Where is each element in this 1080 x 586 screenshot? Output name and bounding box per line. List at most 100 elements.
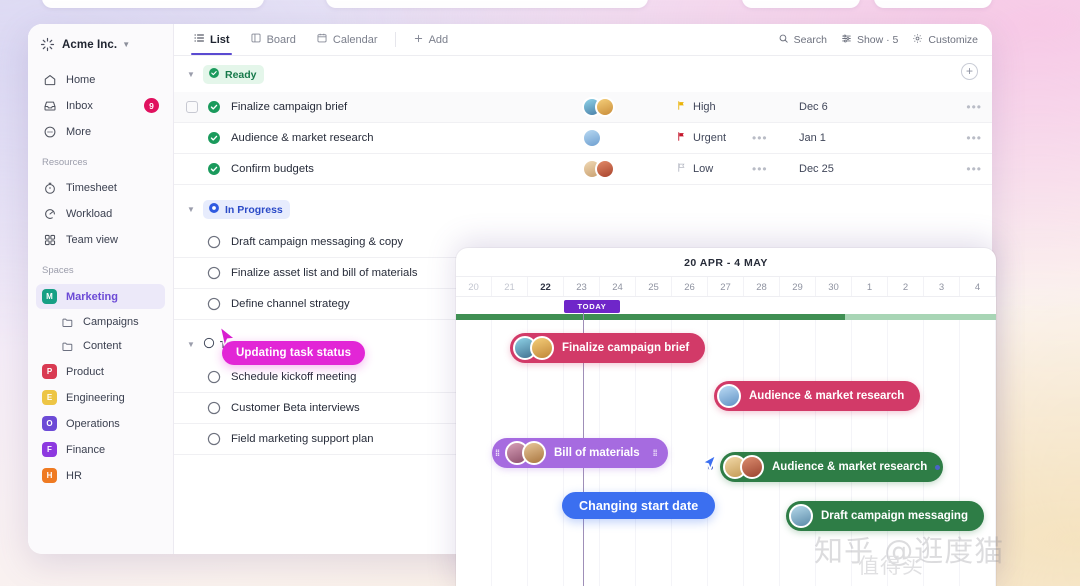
primary-nav: Home Inbox 9 More [28, 64, 173, 145]
folder-icon [60, 315, 75, 330]
sidebar-item-marketing[interactable]: M Marketing [36, 284, 165, 309]
sidebar-item-more[interactable]: More [36, 119, 165, 145]
row-checkbox[interactable] [186, 298, 198, 310]
dependency-endpoint[interactable] [935, 465, 940, 470]
day-tick[interactable]: 4 [960, 277, 996, 296]
day-tick-today[interactable]: 22 [528, 277, 564, 296]
task-name: Customer Beta interviews [231, 402, 360, 414]
sidebar-item-workload[interactable]: Workload [36, 201, 165, 227]
gantt-bar-bill-of-materials[interactable]: ⁞⁞ Bill of materials ⁞⁞ [492, 438, 668, 468]
status-done-icon[interactable] [207, 131, 221, 145]
day-tick[interactable]: 24 [600, 277, 636, 296]
search-button[interactable]: Search [778, 33, 827, 47]
status-open-icon[interactable] [207, 432, 221, 446]
status-open-icon[interactable] [207, 266, 221, 280]
status-done-icon[interactable] [207, 162, 221, 176]
chevron-down-icon[interactable]: ▼ [186, 340, 196, 349]
sidebar-item-team-view[interactable]: Team view [36, 227, 165, 253]
sidebar-item-content[interactable]: Content [36, 334, 165, 358]
gantt-bar-finalize-campaign-brief[interactable]: Finalize campaign brief [510, 333, 706, 363]
flag-icon [676, 98, 687, 116]
day-tick[interactable]: 3 [924, 277, 960, 296]
space-avatar: H [42, 468, 57, 483]
sidebar-item-home[interactable]: Home [36, 67, 165, 93]
sidebar-item-hr[interactable]: H HR [36, 463, 165, 488]
sidebar-item-engineering[interactable]: E Engineering [36, 385, 165, 410]
sidebar-item-label: Inbox [66, 100, 93, 112]
table-row[interactable]: Confirm budgets Low ••• Dec 25 ••• [174, 154, 992, 185]
row-checkbox[interactable] [186, 433, 198, 445]
row-checkbox[interactable] [186, 236, 198, 248]
sidebar-item-finance[interactable]: F Finance [36, 437, 165, 462]
status-open-icon[interactable] [207, 370, 221, 384]
due-date[interactable]: Jan 1 [799, 132, 826, 144]
row-checkbox[interactable] [186, 267, 198, 279]
assignee-group[interactable] [582, 128, 602, 148]
assignee-group[interactable] [582, 159, 615, 179]
sidebar-item-timesheet[interactable]: Timesheet [36, 175, 165, 201]
day-tick[interactable]: 1 [852, 277, 888, 296]
priority-cell[interactable]: Urgent [676, 129, 726, 147]
workspace-switcher[interactable]: Acme Inc. ▼ [28, 24, 173, 64]
priority-cell[interactable]: Low [676, 160, 713, 178]
tab-list[interactable]: List [184, 24, 239, 55]
group-header-in-progress[interactable]: ▼ In Progress [174, 185, 992, 227]
day-tick[interactable]: 20 [456, 277, 492, 296]
table-row[interactable]: Finalize campaign brief High Dec 6 ••• [174, 92, 992, 123]
background-card [42, 0, 264, 8]
priority-more-button[interactable]: ••• [752, 131, 768, 145]
list-icon [193, 32, 205, 47]
row-checkbox[interactable] [186, 402, 198, 414]
day-tick[interactable]: 27 [708, 277, 744, 296]
resize-handle-left[interactable]: ⁞⁞ [492, 448, 502, 458]
gantt-bar-draft-campaign-messaging[interactable]: Draft campaign messaging [786, 501, 984, 531]
sidebar-item-label: More [66, 126, 92, 138]
priority-cell[interactable]: High [676, 98, 716, 116]
sidebar-item-campaigns[interactable]: Campaigns [36, 310, 165, 334]
status-done-icon[interactable] [207, 100, 221, 114]
day-tick[interactable]: 30 [816, 277, 852, 296]
row-checkbox[interactable] [186, 163, 198, 175]
row-checkbox[interactable] [186, 371, 198, 383]
day-tick[interactable]: 28 [744, 277, 780, 296]
gantt-bar-audience-market-research-actual[interactable]: Audience & market research [720, 452, 944, 482]
due-date[interactable]: Dec 25 [799, 163, 834, 175]
circle-icon [203, 337, 215, 352]
priority-more-button[interactable]: ••• [752, 162, 768, 176]
status-open-icon[interactable] [207, 297, 221, 311]
row-checkbox[interactable] [186, 132, 198, 144]
row-menu-button[interactable]: ••• [966, 131, 982, 145]
row-checkbox[interactable] [186, 101, 198, 113]
resize-handle-right[interactable]: ⁞⁞ [650, 448, 660, 458]
chevron-down-icon[interactable]: ▼ [186, 70, 196, 79]
sidebar-item-product[interactable]: P Product [36, 359, 165, 384]
sidebar-item-label: HR [66, 469, 82, 482]
day-tick[interactable]: 2 [888, 277, 924, 296]
tab-calendar[interactable]: Calendar [307, 24, 387, 55]
resources-section-label: Resources [42, 157, 88, 168]
day-tick[interactable]: 25 [636, 277, 672, 296]
status-open-icon[interactable] [207, 401, 221, 415]
sidebar-item-inbox[interactable]: Inbox 9 [36, 93, 165, 119]
day-tick[interactable]: 21 [492, 277, 528, 296]
timeline-day-header: 20 21 22 23 24 25 26 27 28 29 30 1 2 3 4 [456, 276, 996, 297]
group-header-ready[interactable]: ▼ Ready [174, 56, 992, 92]
chevron-down-icon[interactable]: ▼ [186, 205, 196, 214]
sidebar-item-operations[interactable]: O Operations [36, 411, 165, 436]
tab-board[interactable]: Board [241, 24, 305, 55]
day-tick[interactable]: 26 [672, 277, 708, 296]
status-open-icon[interactable] [207, 235, 221, 249]
row-menu-button[interactable]: ••• [966, 162, 982, 176]
show-filter-button[interactable]: Show · 5 [841, 33, 898, 47]
day-tick[interactable]: 23 [564, 277, 600, 296]
gantt-bar-audience-market-research-planned[interactable]: Audience & market research [714, 381, 921, 411]
table-row[interactable]: Audience & market research Urgent ••• Ja… [174, 123, 992, 154]
assignee-group[interactable] [582, 97, 615, 117]
day-tick[interactable]: 29 [780, 277, 816, 296]
row-menu-button[interactable]: ••• [966, 100, 982, 114]
space-avatar: M [42, 289, 57, 304]
add-task-button[interactable]: + [961, 63, 978, 80]
add-view-button[interactable]: Add [404, 24, 458, 55]
due-date[interactable]: Dec 6 [799, 101, 828, 113]
customize-button[interactable]: Customize [912, 33, 978, 47]
